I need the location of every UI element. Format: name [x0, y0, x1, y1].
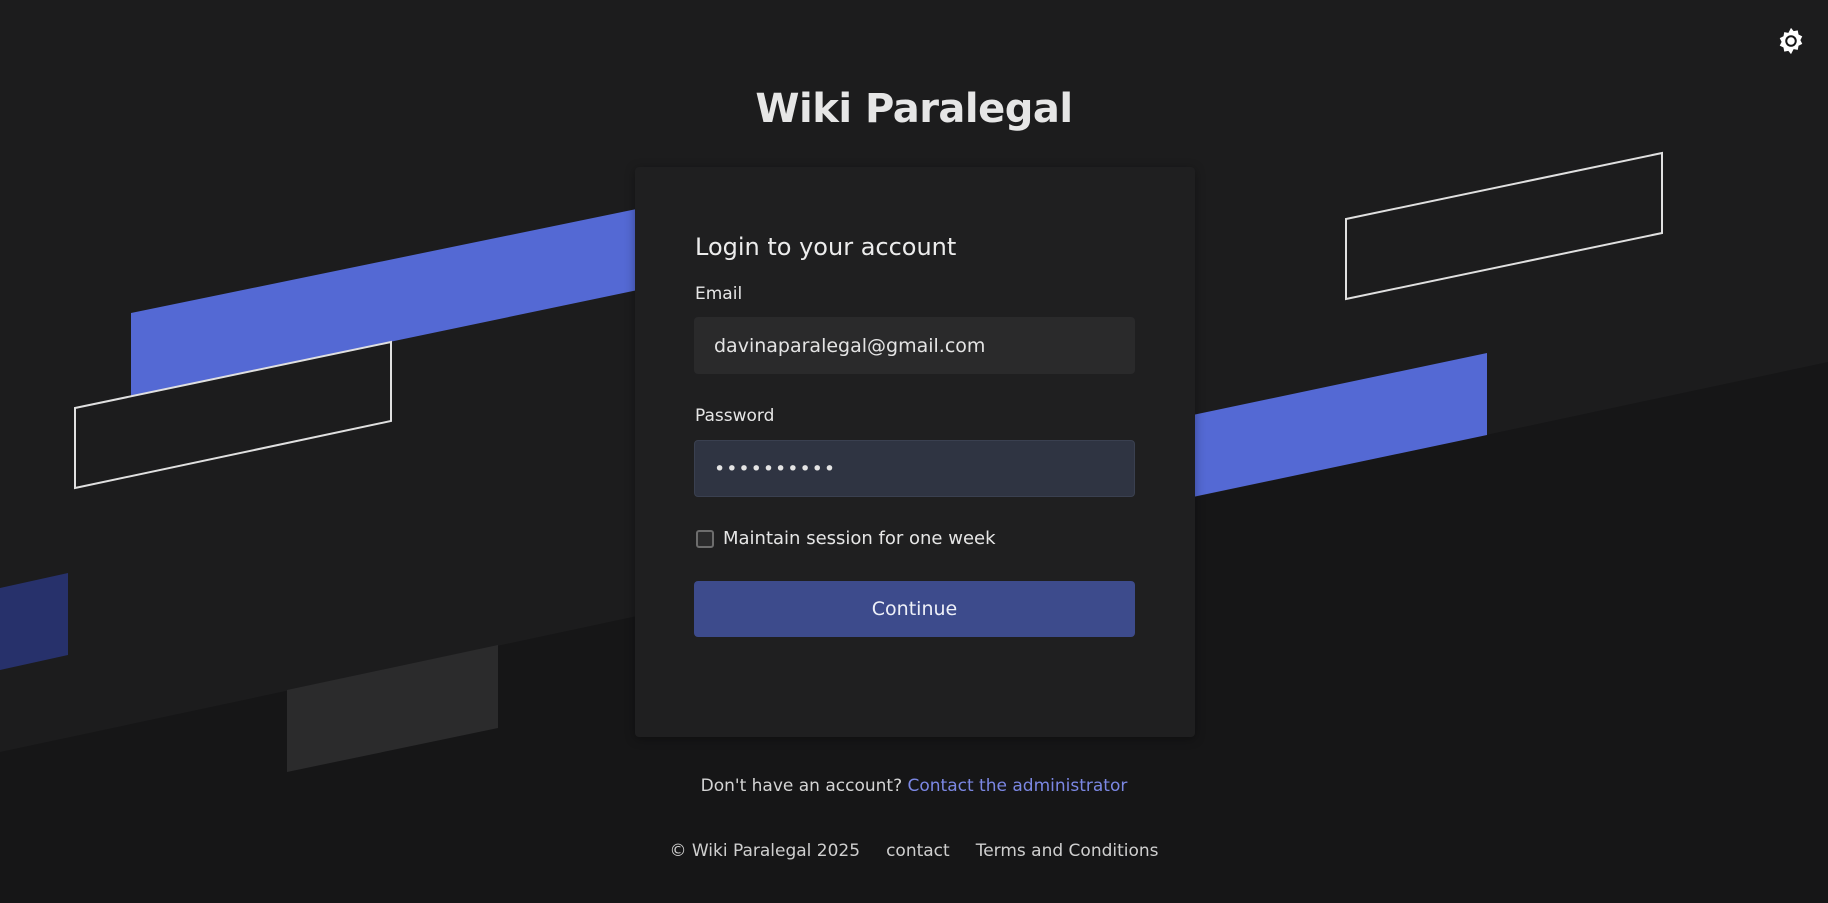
signup-prompt-text: Don't have an account?	[700, 776, 903, 796]
gear-icon	[1779, 27, 1803, 55]
contact-admin-link[interactable]: Contact the administrator	[908, 776, 1128, 796]
remember-session-checkbox[interactable]	[696, 529, 714, 548]
footer-copyright: © Wiki Paralegal 2025	[669, 841, 861, 861]
password-field[interactable]	[694, 440, 1135, 497]
password-label: Password	[695, 406, 775, 426]
footer-contact-link[interactable]: contact	[886, 841, 950, 861]
app-title: Wiki Paralegal	[755, 86, 1073, 132]
email-field[interactable]	[694, 317, 1135, 374]
theme-toggle-button[interactable]	[1774, 24, 1808, 58]
footer-terms-link[interactable]: Terms and Conditions	[976, 841, 1159, 861]
login-heading: Login to your account	[695, 233, 957, 261]
login-card: Login to your account Email Password Mai…	[635, 167, 1195, 737]
remember-session-toggle[interactable]: Maintain session for one week	[696, 528, 996, 549]
login-page: Wiki Paralegal Login to your account Ema…	[0, 0, 1828, 903]
email-label: Email	[695, 284, 743, 304]
continue-button[interactable]: Continue	[694, 581, 1135, 637]
footer: © Wiki Paralegal 2025 contact Terms and …	[0, 841, 1828, 861]
accent-stripe-dark	[0, 573, 68, 670]
signup-prompt: Don't have an account? Contact the admin…	[0, 776, 1828, 796]
remember-session-label: Maintain session for one week	[723, 528, 996, 549]
